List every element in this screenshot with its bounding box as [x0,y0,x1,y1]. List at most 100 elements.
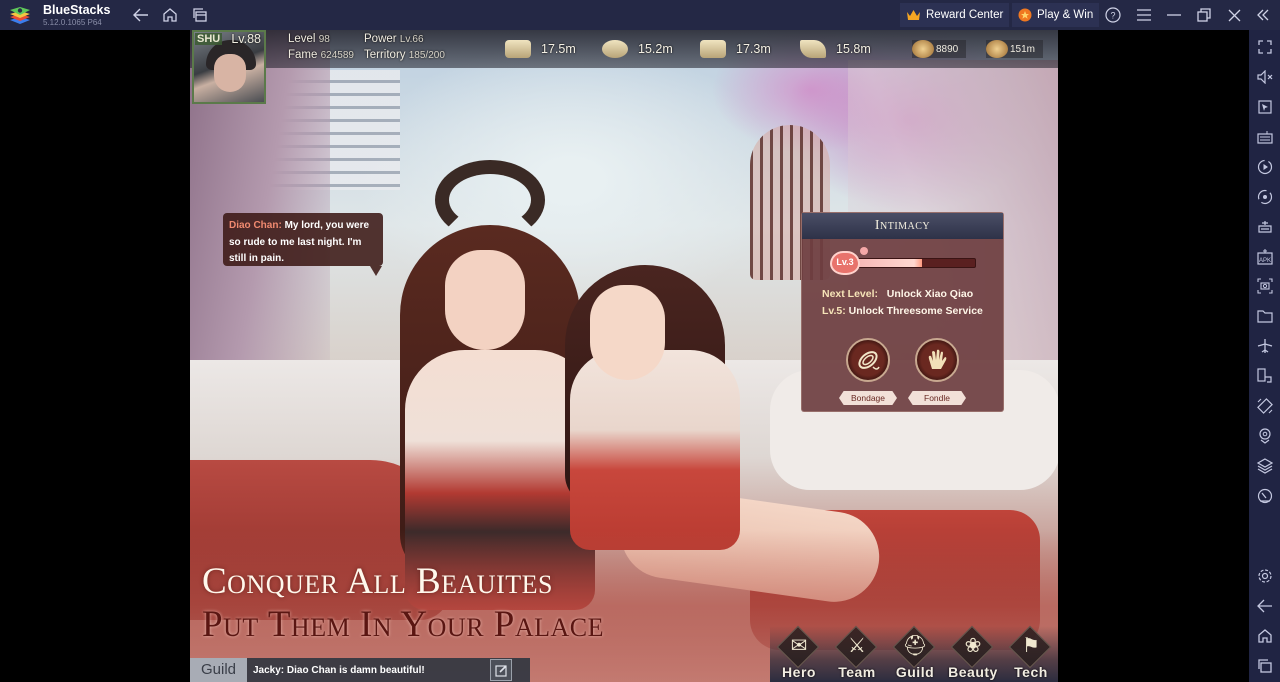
resource-value: 15.2m [638,42,673,56]
heart-level-badge: Lv.3 [830,251,860,275]
bondage-label[interactable]: Bondage [839,391,897,405]
nav-hero[interactable]: ✉ Hero [770,625,828,680]
location-icon[interactable] [1255,426,1274,445]
chat-tab-guild[interactable]: Guild [190,658,247,682]
install-apk-icon[interactable]: APK [1255,247,1274,266]
resource-food[interactable]: 15.2m [602,38,673,60]
minimize-icon[interactable] [1165,6,1183,24]
lv5-value: Unlock Threesome Service [848,305,983,317]
hand-icon [928,349,947,369]
chat-message[interactable]: Jacky: Diao Chan is damn beautiful! [247,665,490,676]
chat-bar[interactable]: Guild Jacky: Diao Chan is damn beautiful… [190,658,530,682]
multi-instance-icon[interactable] [191,6,209,24]
fame-label: Fame [288,49,318,61]
fame-value: 624589 [320,50,354,61]
currency-gold[interactable]: 8890 [912,40,967,58]
rotate-icon[interactable] [1255,366,1274,385]
silver-ingot-icon [505,40,531,58]
coin-icon [986,40,1008,58]
nav-label: Team [838,664,876,680]
currency-value: 8890 [936,43,959,55]
nav-guild[interactable]: ⛑ Guild [886,625,944,680]
bluestacks-logo-icon [10,7,30,24]
slogan-line-1: Conquer All Beauites [202,561,553,602]
player-avatar[interactable]: SHU Lv.88 [192,30,266,104]
next-level-label: Next Level: [822,288,879,300]
fondle-label[interactable]: Fondle [908,391,966,405]
help-icon[interactable]: ? [1104,6,1122,24]
collapse-sidebar-icon[interactable] [1254,6,1272,24]
currency-value: 151m [1010,43,1036,55]
reward-center-label: Reward Center [926,9,1004,21]
restore-icon[interactable] [1195,6,1213,24]
player-territory: Territory 185/200 [364,49,445,61]
play-win-label: Play & Win [1037,9,1094,21]
airplane-mode-icon[interactable] [1255,336,1274,355]
gold-icon [912,40,934,58]
player-fame: Fame 624589 [288,49,354,61]
rope-icon [858,351,880,370]
bondage-button[interactable] [846,338,890,382]
level-label: Level [288,33,316,45]
fullscreen-icon[interactable] [1255,37,1274,56]
pointer-icon[interactable] [1255,97,1274,116]
svg-text:APK: APK [1258,258,1270,264]
nav-label: Tech [1014,664,1048,680]
nav-label: Hero [782,664,816,680]
menu-icon[interactable] [1135,6,1153,24]
tech-banner-icon: ⚑ [1022,635,1040,657]
wood-icon [700,40,726,58]
intimacy-panel: Intimacy Lv.3 Next Level: Unlock Xiao Qi… [801,212,1004,412]
settings-icon[interactable] [1255,566,1274,585]
macro-play-icon[interactable] [1255,157,1274,176]
nav-label: Beauty [948,664,998,680]
character-xiao-qiao-face [590,285,665,380]
android-home-icon[interactable] [1255,626,1274,645]
folder-icon[interactable] [1255,306,1274,325]
nav-tech[interactable]: ⚑ Tech [1002,625,1058,680]
emulator-sidebar: APK [1249,30,1280,682]
sync-icon[interactable] [1255,187,1274,206]
recent-apps-icon[interactable] [1255,656,1274,675]
screenshot-icon[interactable] [1255,276,1274,295]
svg-text:?: ? [1110,11,1115,21]
territory-label: Territory [364,49,406,61]
resource-wood[interactable]: 17.3m [700,38,771,60]
avatar-level: Lv.88 [231,32,261,46]
food-sack-icon [602,40,628,58]
character-diao-chan-face [445,250,525,350]
shake-icon[interactable] [1255,396,1274,415]
nav-team[interactable]: ⚔ Team [828,625,886,680]
resource-silver[interactable]: 17.5m [505,38,576,60]
performance-icon[interactable] [1255,486,1274,505]
resource-value: 17.3m [736,42,771,56]
intimacy-title: Intimacy [802,213,1003,239]
android-back-icon[interactable] [1255,596,1274,615]
volume-mute-icon[interactable] [1255,67,1274,86]
power-label: Power [364,33,397,45]
play-win-button[interactable]: Play & Win [1012,3,1100,27]
dialogue-tail [370,266,382,276]
layers-icon[interactable] [1255,456,1274,475]
player-level: Level 98 [288,33,330,45]
fondle-button[interactable] [915,338,959,382]
dialogue-bubble[interactable]: Diao Chan: My lord, you were so rude to … [223,213,383,266]
close-icon[interactable] [1225,6,1243,24]
emulator-titlebar: BlueStacks 5.12.0.1065 P64 Reward Center… [0,0,1280,30]
avatar-face [214,54,246,92]
game-controls-icon[interactable] [1255,217,1274,236]
next-level-line: Next Level: Unlock Xiao Qiao [822,288,973,300]
reward-center-button[interactable]: Reward Center [900,3,1010,27]
resource-soldiers[interactable]: 15.8m [800,38,871,60]
nav-beauty[interactable]: ❀ Beauty [944,625,1002,680]
soldiers-icon [800,40,826,58]
back-icon[interactable] [132,6,150,24]
lv5-label: Lv.5: [822,305,846,317]
currency-coin[interactable]: 151m [986,40,1044,58]
chat-edit-button[interactable] [490,659,512,681]
character-xiao-qiao[interactable] [570,350,740,550]
level-value: 98 [318,34,330,45]
game-viewport[interactable]: SHU Lv.88 Level 98 Power Lv.66 Fame 6245… [190,30,1058,682]
keyboard-icon[interactable] [1255,127,1274,146]
home-icon[interactable] [161,6,179,24]
